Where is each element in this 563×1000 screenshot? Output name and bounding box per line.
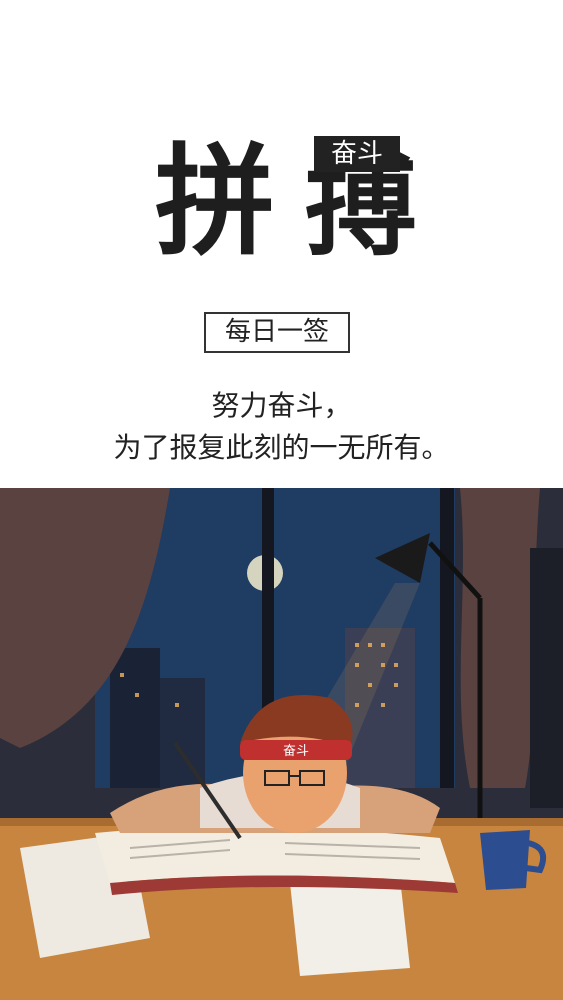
shelf: [530, 548, 563, 808]
quote-line-2: 为了报复此刻的一无所有。: [113, 431, 450, 464]
curtain-right: [460, 488, 540, 788]
building: [110, 648, 160, 788]
title-tag: 奋斗: [314, 136, 400, 172]
headband-text: 奋斗: [283, 744, 309, 759]
study-illustration: 奋斗: [0, 488, 563, 1000]
building: [160, 678, 205, 788]
header-area: 拼 搏 奋斗 每日一签 努力奋斗， 为了报复此刻的一无所有。: [0, 0, 563, 488]
paper: [290, 878, 410, 976]
mug: [480, 830, 530, 890]
open-book: [95, 826, 455, 883]
window-frame: [440, 488, 454, 788]
quote-line-1: 努力奋斗，: [211, 389, 352, 422]
title-char-1: 拼: [155, 131, 275, 272]
daily-badge: 每日一签: [204, 312, 350, 353]
